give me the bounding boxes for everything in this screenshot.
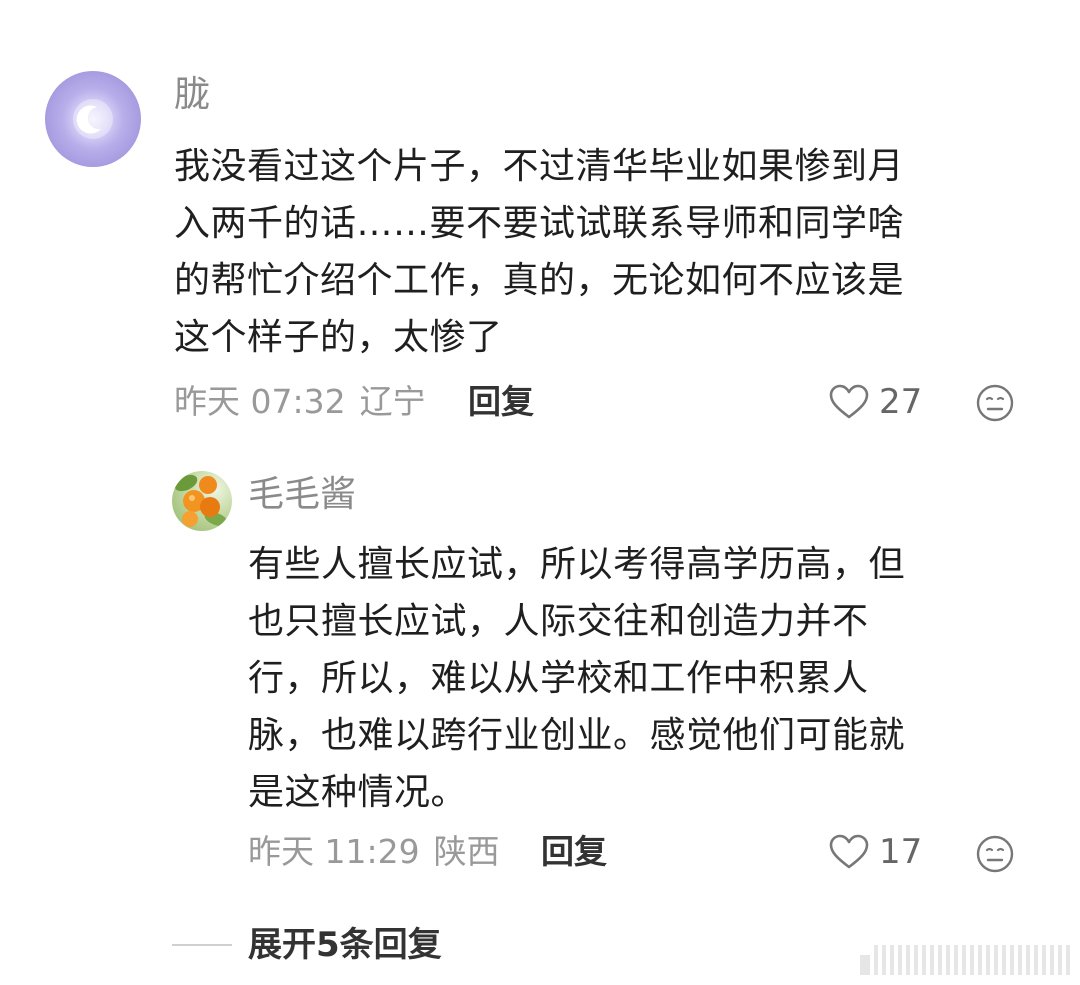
expand-divider <box>172 944 232 946</box>
reply-time: 昨天 11:29 <box>248 832 420 871</box>
comment-time: 昨天 07:32 <box>174 382 346 421</box>
meh-face-icon[interactable] <box>976 384 1014 422</box>
heart-outline-icon <box>829 384 869 419</box>
crescent-moon-icon <box>73 99 113 139</box>
reply-to-reply-button[interactable]: 回复 <box>541 832 607 872</box>
barcode-watermark-icon <box>860 945 1070 975</box>
like-count: 27 <box>879 382 923 422</box>
heart-outline-icon <box>829 834 869 869</box>
commenter-avatar[interactable] <box>45 71 141 167</box>
reply-button[interactable]: 回复 <box>468 382 534 422</box>
orange-fruit-icon <box>174 474 228 527</box>
commenter-name[interactable]: 胧 <box>174 75 210 115</box>
reply-text: 有些人擅长应试，所以考得高学历高，但 也只擅长应试，人际交往和创造力并不 行，所… <box>248 536 1018 821</box>
reply-like-button[interactable]: 17 <box>829 832 922 872</box>
replier-avatar[interactable] <box>172 471 232 531</box>
comment-text-line: 入两千的话……要不要试试联系导师和同学啥 <box>174 203 905 244</box>
reply-text-line: 也只擅长应试，人际交往和创造力并不 <box>248 601 869 642</box>
reply-meta: 昨天 11:29 陕西 <box>248 832 500 872</box>
reply-like-count: 17 <box>879 832 923 872</box>
reply-text-line: 行，所以，难以从学校和工作中积累人 <box>248 658 869 699</box>
replier-name[interactable]: 毛毛酱 <box>248 475 356 515</box>
reply-text-line: 脉，也难以跨行业创业。感觉他们可能就 <box>248 715 906 756</box>
reply-text-line: 是这种情况。 <box>248 772 468 813</box>
meh-face-icon[interactable] <box>976 835 1014 873</box>
reply-text-line: 有些人擅长应试，所以考得高学历高，但 <box>248 544 906 585</box>
reply-location: 陕西 <box>433 832 500 871</box>
expand-replies-button[interactable]: 展开5条回复 <box>248 925 442 965</box>
comment-text-line: 的帮忙介绍个工作，真的，无论如何不应该是 <box>174 260 905 301</box>
like-button[interactable]: 27 <box>829 382 922 422</box>
comment-meta: 昨天 07:32 辽宁 <box>174 382 426 422</box>
comment-text: 我没看过这个片子，不过清华毕业如果惨到月 入两千的话……要不要试试联系导师和同学… <box>174 138 1024 366</box>
comment-location: 辽宁 <box>359 382 426 421</box>
comment-text-line: 这个样子的，太惨了 <box>174 317 503 358</box>
comment-text-line: 我没看过这个片子，不过清华毕业如果惨到月 <box>174 146 905 187</box>
